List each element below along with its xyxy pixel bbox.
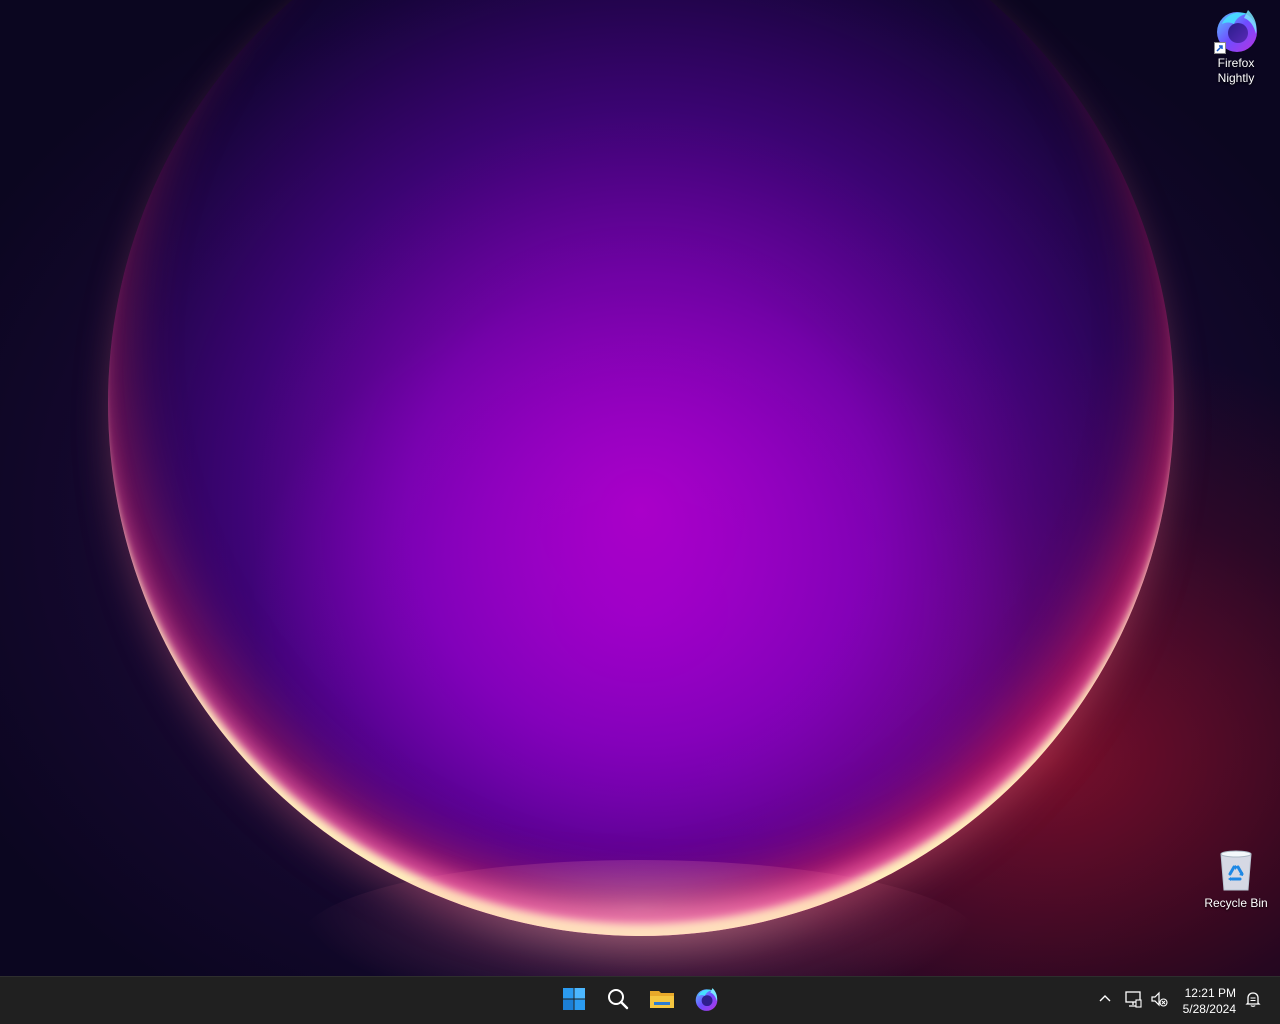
network-icon xyxy=(1124,990,1142,1013)
windows-logo-icon xyxy=(562,987,586,1016)
clock-date: 5/28/2024 xyxy=(1182,1002,1236,1016)
desktop-wallpaper: Firefox Nightly Recycle Bin xyxy=(0,0,1280,976)
notifications-button[interactable] xyxy=(1241,989,1265,1013)
recycle-bin-icon xyxy=(1212,846,1260,894)
network-button[interactable] xyxy=(1121,989,1145,1013)
chevron-up-icon xyxy=(1098,992,1112,1011)
file-explorer-button[interactable] xyxy=(642,981,682,1021)
firefox-nightly-icon xyxy=(693,986,719,1017)
wallpaper-orb xyxy=(108,0,1174,936)
desktop-icon-label: Recycle Bin xyxy=(1204,896,1268,910)
search-icon xyxy=(606,987,630,1016)
desktop-icon-recycle-bin[interactable]: Recycle Bin xyxy=(1198,846,1274,911)
folder-icon xyxy=(649,987,675,1016)
taskbar-firefox-nightly-button[interactable] xyxy=(686,981,726,1021)
taskbar: 12:21 PM 5/28/2024 xyxy=(0,976,1280,1024)
shortcut-arrow-icon xyxy=(1214,42,1226,54)
notification-bell-icon xyxy=(1244,990,1262,1013)
search-button[interactable] xyxy=(598,981,638,1021)
system-clock[interactable]: 12:21 PM 5/28/2024 xyxy=(1166,985,1236,1017)
clock-time: 12:21 PM xyxy=(1184,986,1236,1000)
firefox-nightly-icon xyxy=(1212,6,1260,54)
start-button[interactable] xyxy=(554,981,594,1021)
show-hidden-icons-button[interactable] xyxy=(1093,989,1117,1013)
desktop-icon-firefox-nightly[interactable]: Firefox Nightly xyxy=(1198,6,1274,86)
desktop-icon-label: Firefox Nightly xyxy=(1217,56,1255,85)
